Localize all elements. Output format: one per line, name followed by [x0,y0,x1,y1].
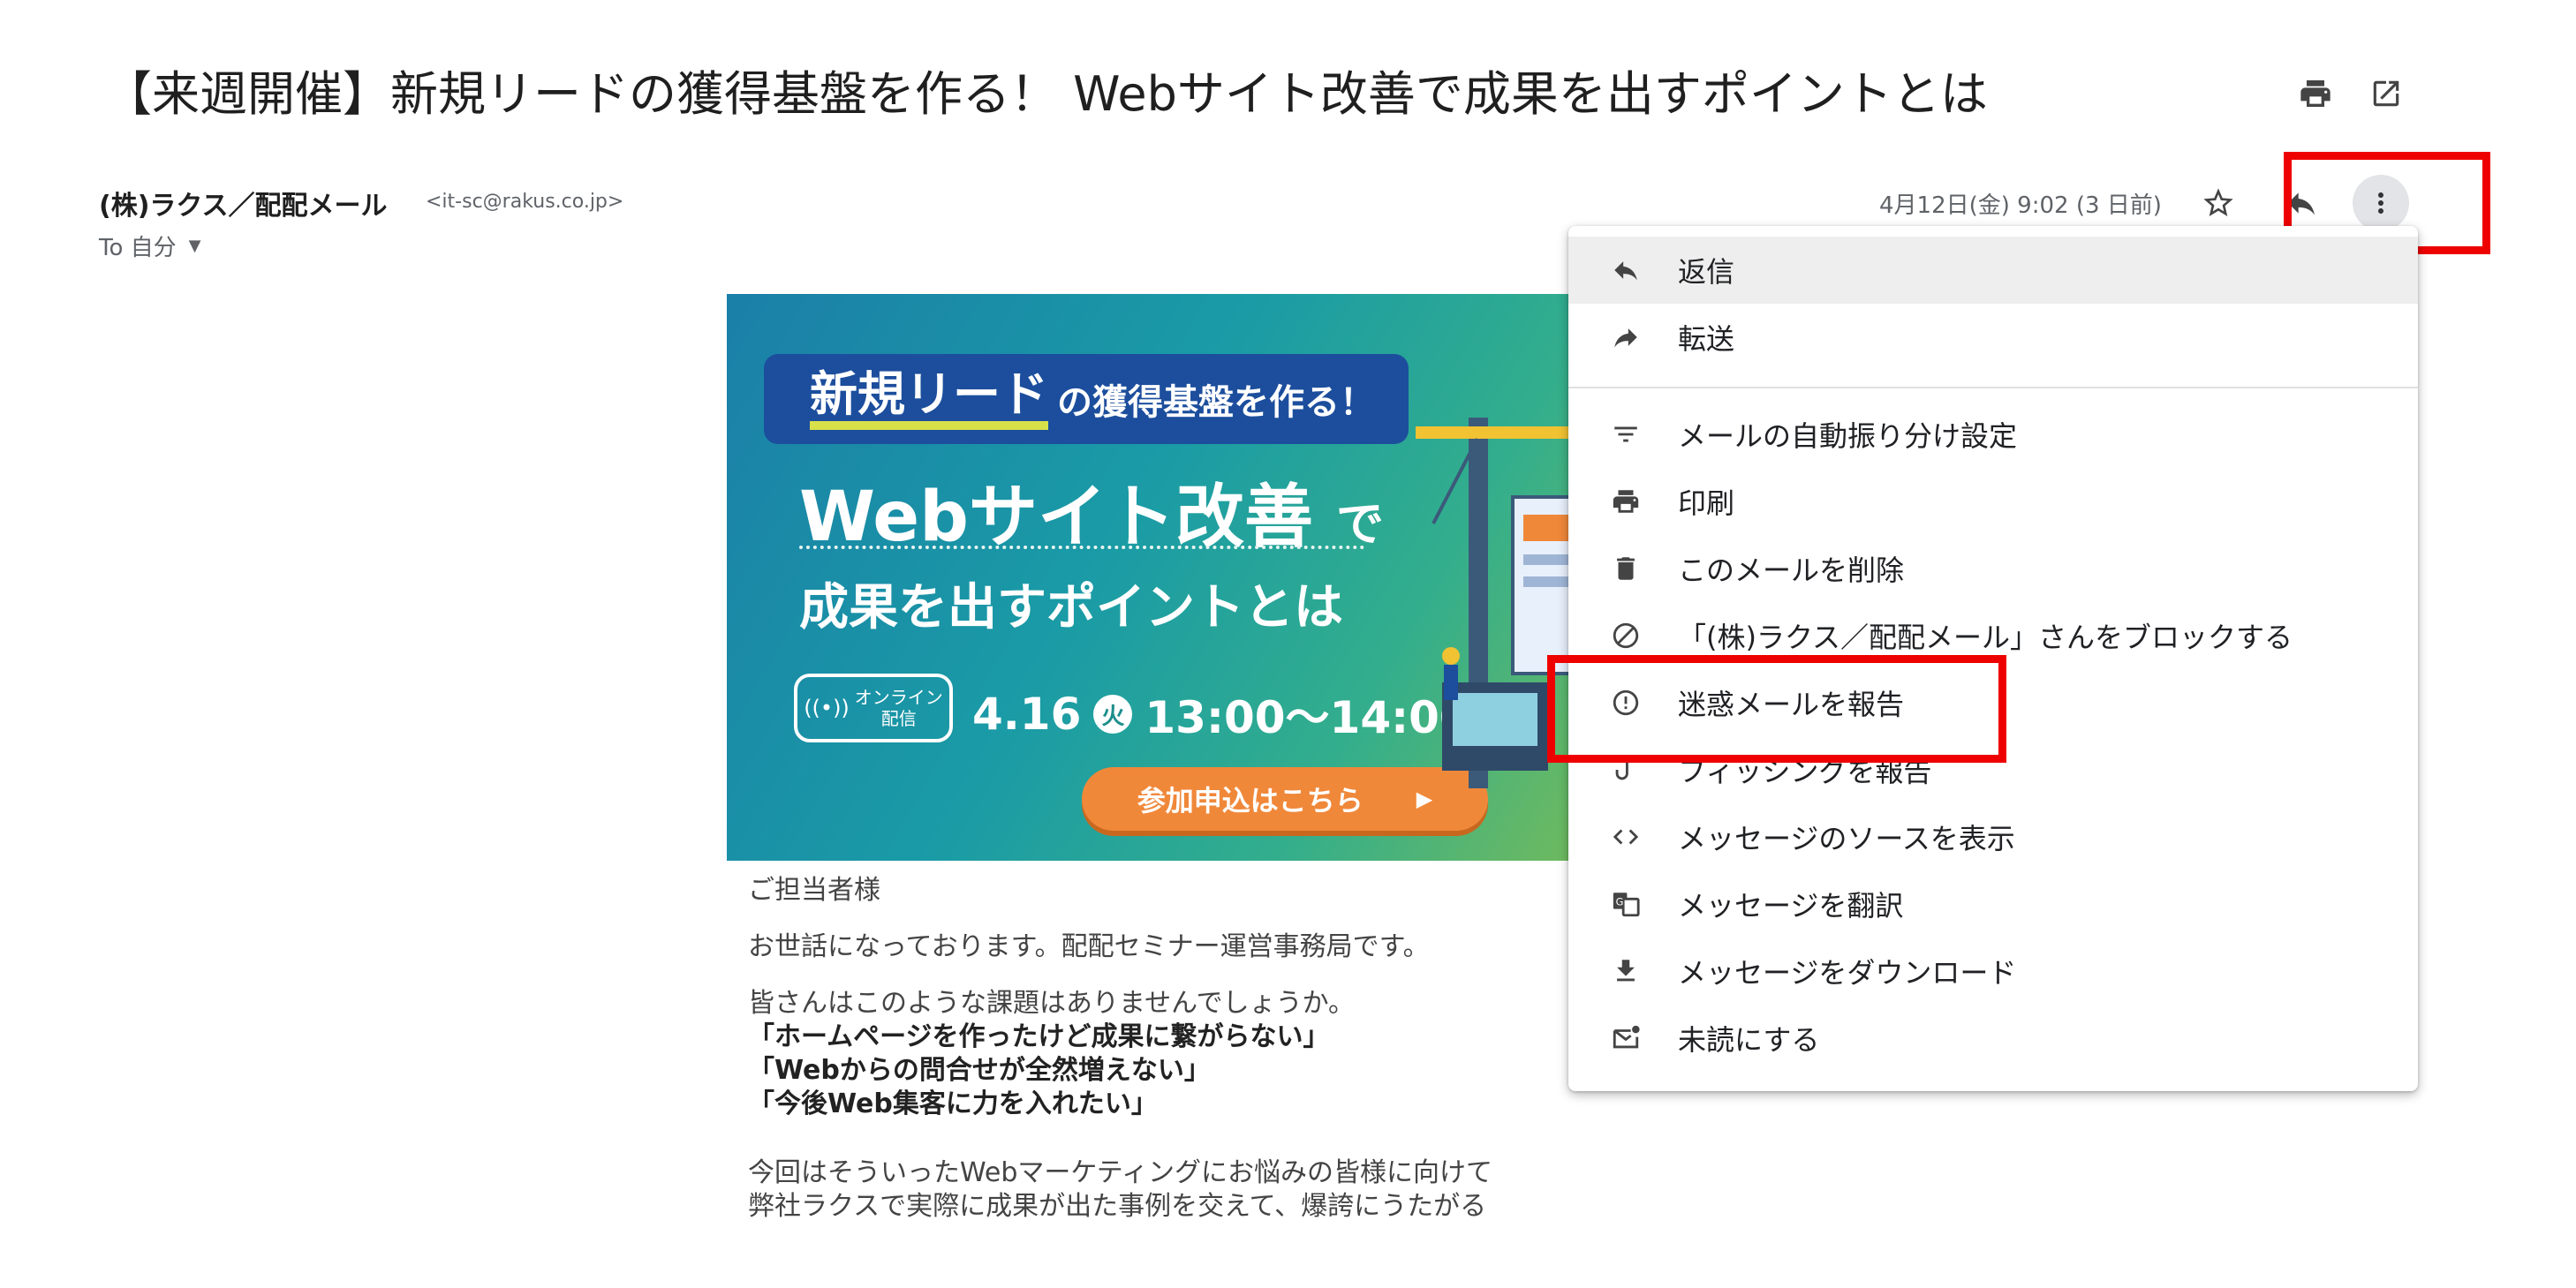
sender-email: <it-sc@rakus.co.jp> [426,191,624,213]
weekday-badge: 火 [1093,695,1133,734]
menu-item-mark-unread[interactable]: 未読にする [1568,1005,2418,1072]
menu-item-filter[interactable]: メールの自動振り分け設定 [1568,401,2418,468]
block-icon [1604,614,1648,658]
email-subject: 【来週開催】新規リードの獲得基盤を作る！ Webサイト改善で成果を出すポイントと… [104,66,1988,122]
highlight-box-report-spam [1547,655,2006,763]
recipient-details-toggle[interactable]: To 自分 ▼ [99,230,200,262]
download-icon [1604,949,1648,993]
menu-divider [1568,387,2418,388]
forward-icon [1604,315,1648,359]
svg-text:G: G [1616,895,1624,908]
closing-text: 今回はそういったWebマーケティングにお悩みの皆様に向けて 弊社ラクスで実際に成… [748,1157,1493,1222]
code-icon [1604,815,1648,859]
mark-unread-icon [1604,1016,1648,1060]
email-date: 4月12日(金) 9:02 (3 日前) [1879,192,2162,219]
menu-item-print[interactable]: 印刷 [1568,468,2418,535]
open-in-new-window-icon[interactable] [2360,67,2413,120]
print-icon[interactable] [2289,67,2342,120]
menu-item-forward[interactable]: 転送 [1568,304,2418,371]
menu-item-translate[interactable]: G メッセージを翻訳 [1568,870,2418,938]
menu-item-download[interactable]: メッセージをダウンロード [1568,938,2418,1005]
online-badge: ((•)) オンライン 配信 [794,674,953,742]
banner-title-2: 成果を出すポイントとは [799,579,1343,636]
trash-icon [1604,546,1648,591]
intro-text: お世話になっております。配配セミナー運営事務局です。 [748,931,1430,962]
menu-item-view-source[interactable]: メッセージのソースを表示 [1568,803,2418,870]
to-label: To 自分 [99,235,177,261]
email-body: ご担当者様 お世話になっております。配配セミナー運営事務局です。 皆さんはこのよ… [748,874,1631,1247]
banner-lead-rest: の獲得基盤を作る！ [1057,382,1375,423]
banner-datetime: 4.16 火 13:00〜14:00 [972,689,1470,743]
menu-item-reply[interactable]: 返信 [1568,237,2418,304]
sender-name: (株)ラクス／配配メール [99,191,388,222]
reply-icon [1604,248,1648,292]
question-block: 皆さんはこのような課題はありませんでしょうか。 「ホームページを作ったけど成果に… [748,988,1355,1119]
banner-lead-bold: 新規リード [810,368,1048,430]
menu-item-delete[interactable]: このメールを削除 [1568,535,2418,602]
star-icon[interactable] [2190,175,2247,231]
seminar-banner[interactable]: 新規リード の獲得基盤を作る！ Webサイト改善で 成果を出すポイントとは ((… [727,294,1570,861]
translate-icon: G [1604,882,1648,926]
banner-lead: 新規リード の獲得基盤を作る！ [764,354,1409,444]
greeting: ご担当者様 [748,875,880,906]
banner-title-underline [799,546,1364,549]
caret-down-icon: ▼ [188,237,201,255]
filter-icon [1604,412,1648,456]
print-icon [1604,479,1648,523]
broadcast-icon: ((•)) [804,696,850,720]
